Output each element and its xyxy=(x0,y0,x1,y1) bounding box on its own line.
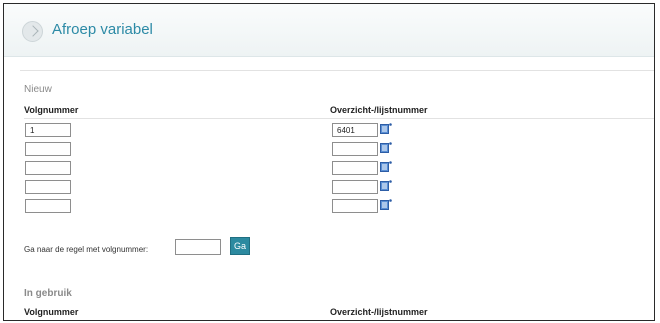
volgnummer-input-4[interactable] xyxy=(25,180,71,194)
overzicht-input-1[interactable] xyxy=(332,123,378,137)
goto-label: Ga naar de regel met volgnummer: xyxy=(24,245,149,254)
volgnummer-input-2[interactable] xyxy=(25,142,71,156)
dialog-frame: Afroep variabel Nieuw Volgnummer Overzic… xyxy=(3,3,655,321)
volgnummer-input-5[interactable] xyxy=(25,199,71,213)
column-header-volgnummer-in-gebruik: Volgnummer xyxy=(24,307,79,317)
section-divider xyxy=(20,70,654,71)
goto-volgnummer-input[interactable] xyxy=(175,239,221,255)
list-picker-icon[interactable] xyxy=(380,123,392,134)
circle-arrow-icon xyxy=(22,21,43,42)
list-picker-icon[interactable] xyxy=(380,142,392,153)
ga-button[interactable]: Ga xyxy=(230,237,250,255)
volgnummer-input-1[interactable] xyxy=(25,123,71,137)
column-header-overzicht-in-gebruik: Overzicht-/lijstnummer xyxy=(330,307,428,317)
overzicht-input-4[interactable] xyxy=(332,180,378,194)
column-header-overzicht: Overzicht-/lijstnummer xyxy=(330,105,428,115)
list-picker-icon[interactable] xyxy=(380,199,392,210)
list-picker-icon[interactable] xyxy=(380,180,392,191)
overzicht-input-5[interactable] xyxy=(332,199,378,213)
overzicht-input-2[interactable] xyxy=(332,142,378,156)
overzicht-input-3[interactable] xyxy=(332,161,378,175)
section-nieuw-label: Nieuw xyxy=(24,84,52,95)
section-in-gebruik-label: In gebruik xyxy=(24,288,72,299)
volgnummer-input-3[interactable] xyxy=(25,161,71,175)
list-picker-icon[interactable] xyxy=(380,161,392,172)
page-title: Afroep variabel xyxy=(52,21,153,38)
column-header-volgnummer: Volgnummer xyxy=(24,105,79,115)
dialog-header: Afroep variabel xyxy=(4,4,654,57)
header-underline xyxy=(24,118,654,119)
